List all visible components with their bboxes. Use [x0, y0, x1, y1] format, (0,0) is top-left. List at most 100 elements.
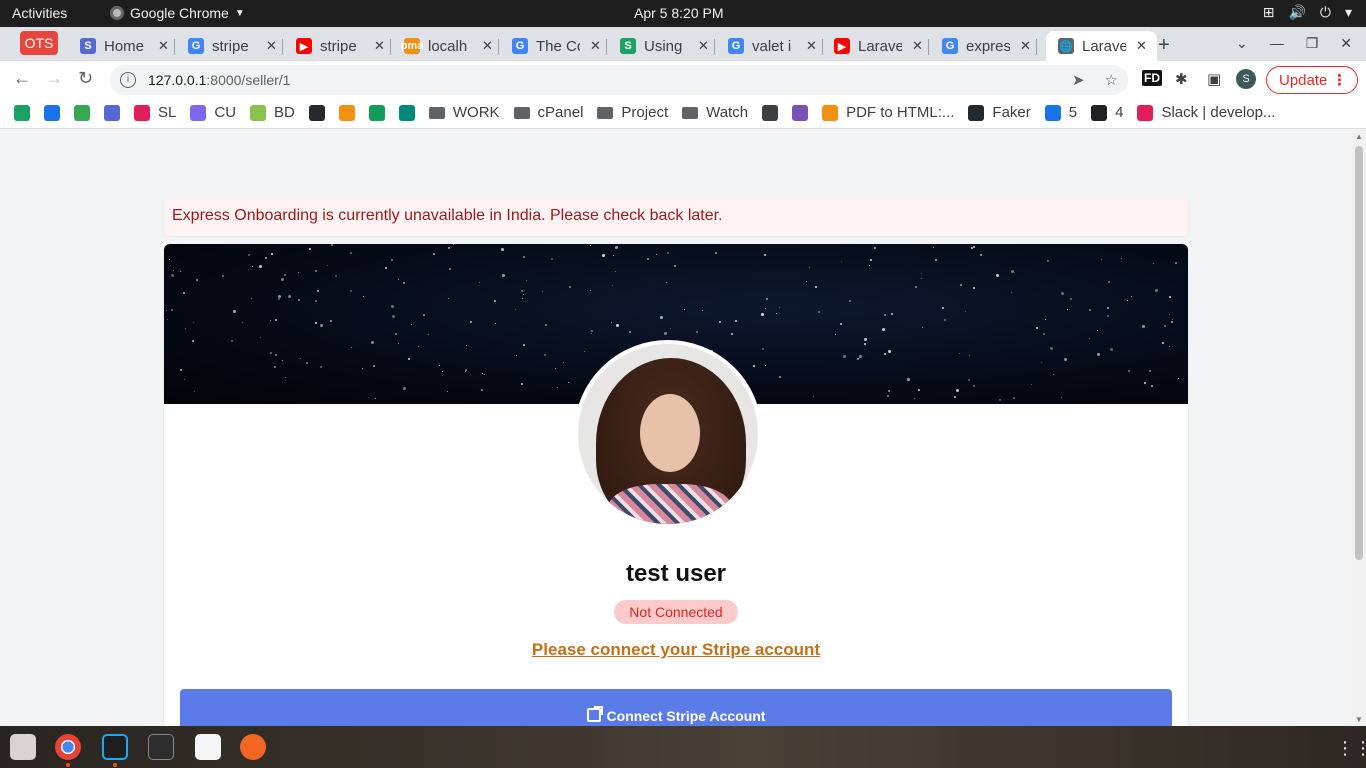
tab-title: Home — [104, 37, 145, 55]
tab-close-icon[interactable]: ✕ — [482, 38, 493, 54]
update-button[interactable]: Update ⋮ — [1266, 66, 1358, 94]
bookmark-favicon-icon — [968, 104, 985, 121]
tab-favicon-icon: G — [942, 38, 958, 54]
bookmark-item[interactable]: Faker — [968, 104, 1031, 121]
bookmark-item[interactable] — [14, 104, 30, 121]
send-icon[interactable]: ➤ — [1072, 71, 1085, 89]
forward-icon[interactable]: → — [45, 68, 63, 89]
extensions-puzzle-icon[interactable]: ✱ — [1175, 70, 1188, 88]
tab-title: valet i — [752, 37, 792, 55]
bookmark-star-icon[interactable]: ☆ — [1105, 71, 1118, 89]
bookmark-item[interactable] — [792, 104, 809, 121]
activities-button[interactable]: Activities — [12, 5, 67, 21]
browser-tab[interactable]: Gexpres ✕ — [942, 31, 1037, 61]
bookmark-item[interactable] — [104, 104, 120, 121]
tab-close-icon[interactable]: ✕ — [374, 38, 385, 54]
app-menu[interactable]: Google Chrome ▼ — [110, 5, 245, 21]
info-icon[interactable]: i — [120, 72, 136, 88]
bookmark-item[interactable]: BD — [250, 104, 295, 121]
browser-tab[interactable]: 🌐 Larave ✕ — [1046, 31, 1157, 61]
tab-close-icon[interactable]: ✕ — [266, 38, 277, 54]
bookmark-folder[interactable]: WORK — [428, 104, 500, 121]
bookmark-folder[interactable]: Watch — [682, 104, 748, 121]
bookmark-item[interactable] — [44, 104, 60, 121]
tab-close-icon[interactable]: ✕ — [698, 38, 709, 54]
bookmark-favicon-icon — [1044, 104, 1061, 121]
tab-close-icon[interactable]: ✕ — [1136, 38, 1147, 54]
connect-stripe-link[interactable]: Please connect your Stripe account — [164, 640, 1188, 660]
clock[interactable]: Apr 5 8:20 PM — [634, 5, 724, 21]
browser-tab[interactable]: Gstripe ✕ — [188, 31, 283, 61]
vscode-app-icon[interactable] — [102, 734, 128, 760]
bookmark-item[interactable] — [338, 104, 355, 121]
browser-tab[interactable]: pma localh ✕ — [400, 31, 499, 61]
tab-favicon-icon: ▶ — [296, 38, 312, 54]
new-tab-button[interactable]: + — [1158, 34, 1170, 57]
bookmark-label: Watch — [706, 104, 749, 121]
tab-favicon-icon: 🌐 — [1058, 38, 1074, 54]
page-scrollbar[interactable]: ▲ ▼ — [1352, 130, 1366, 726]
side-panel-icon[interactable]: ▣ — [1207, 70, 1221, 88]
bookmark-label: 5 — [1068, 104, 1078, 121]
browser-tab[interactable]: G The Co ✕ — [512, 31, 607, 61]
chrome-icon — [110, 6, 124, 20]
maximize-icon[interactable]: ❐ — [1306, 35, 1319, 52]
fd-extension-icon[interactable]: FD — [1142, 70, 1162, 86]
update-label: Update — [1279, 71, 1328, 89]
text-editor-app-icon[interactable] — [195, 734, 221, 760]
terminal-app-icon[interactable] — [148, 734, 174, 760]
bookmark-item[interactable] — [762, 104, 779, 121]
chrome-app-icon[interactable] — [55, 734, 81, 760]
bookmark-item[interactable] — [308, 104, 325, 121]
scrollbar-thumb[interactable] — [1355, 146, 1363, 560]
tab-close-icon[interactable]: ✕ — [912, 38, 923, 54]
files-app-icon[interactable] — [10, 734, 36, 760]
browser-tab[interactable]: S Using ✕ — [620, 31, 715, 61]
url-path: :8000/seller/1 — [206, 72, 291, 88]
pinned-tab-ots[interactable]: OTS — [20, 31, 58, 55]
tab-close-icon[interactable]: ✕ — [806, 38, 817, 54]
bookmark-item[interactable]: CU — [190, 104, 236, 121]
bookmark-item[interactable]: PDF to HTML:... — [822, 104, 954, 121]
bookmark-item[interactable] — [368, 104, 385, 121]
show-apps-icon[interactable]: ⋮⋮⋮ — [1336, 738, 1366, 759]
tab-close-icon[interactable]: ✕ — [158, 38, 169, 54]
browser-tab[interactable]: ▶ Larave ✕ — [834, 31, 929, 61]
minimize-icon[interactable]: — — [1270, 35, 1284, 52]
browser-tab[interactable]: Gvalet i ✕ — [728, 31, 823, 61]
kebab-menu-icon[interactable]: ⋮ — [1332, 71, 1347, 89]
bookmark-item[interactable]: SL — [134, 104, 176, 121]
system-tray[interactable]: ⊞ 🔊 ⏻ ▾ — [1263, 4, 1352, 21]
bookmark-favicon-icon — [44, 104, 60, 121]
tab-search-icon[interactable]: ⌄ — [1236, 35, 1248, 52]
tab-title: Using — [644, 37, 683, 55]
system-top-bar: Activities Google Chrome ▼ Apr 5 8:20 PM… — [0, 0, 1366, 27]
close-window-icon[interactable]: ✕ — [1340, 35, 1352, 52]
back-icon[interactable]: ← — [13, 68, 31, 89]
scroll-up-icon[interactable]: ▲ — [1355, 132, 1363, 141]
browser-tab[interactable]: S Home ✕ — [80, 31, 175, 61]
bookmark-item[interactable] — [398, 104, 415, 121]
bookmark-folder[interactable]: cPanel — [513, 104, 583, 121]
tab-favicon-icon: pma — [400, 38, 424, 54]
connect-stripe-button[interactable]: Connect Stripe Account — [180, 689, 1172, 726]
address-bar[interactable]: i 127.0.0.1:8000/seller/1 ➤ ☆ — [110, 65, 1128, 95]
bookmark-item[interactable]: Slack | develop... — [1137, 104, 1275, 121]
tab-title: The Co — [536, 37, 580, 55]
bookmark-item[interactable]: 4 — [1091, 104, 1123, 121]
tab-close-icon[interactable]: ✕ — [590, 38, 601, 54]
profile-avatar[interactable]: S — [1236, 69, 1256, 89]
bookmark-item[interactable] — [74, 104, 90, 121]
bookmark-favicon-icon — [74, 104, 90, 121]
scroll-down-icon[interactable]: ▼ — [1355, 715, 1363, 724]
tab-title: stripe — [212, 37, 249, 55]
browser-tab[interactable]: ▶ stripe ✕ — [296, 31, 391, 61]
folder-icon — [682, 106, 699, 119]
bookmark-item[interactable]: 5 — [1044, 104, 1078, 121]
network-icon: ⊞ — [1262, 4, 1275, 20]
reload-icon[interactable]: ↻ — [78, 68, 93, 89]
postman-app-icon[interactable] — [240, 734, 266, 760]
bookmark-folder[interactable]: Project — [597, 104, 668, 121]
tab-close-icon[interactable]: ✕ — [1020, 38, 1031, 54]
tab-title: Larave — [1082, 37, 1126, 55]
